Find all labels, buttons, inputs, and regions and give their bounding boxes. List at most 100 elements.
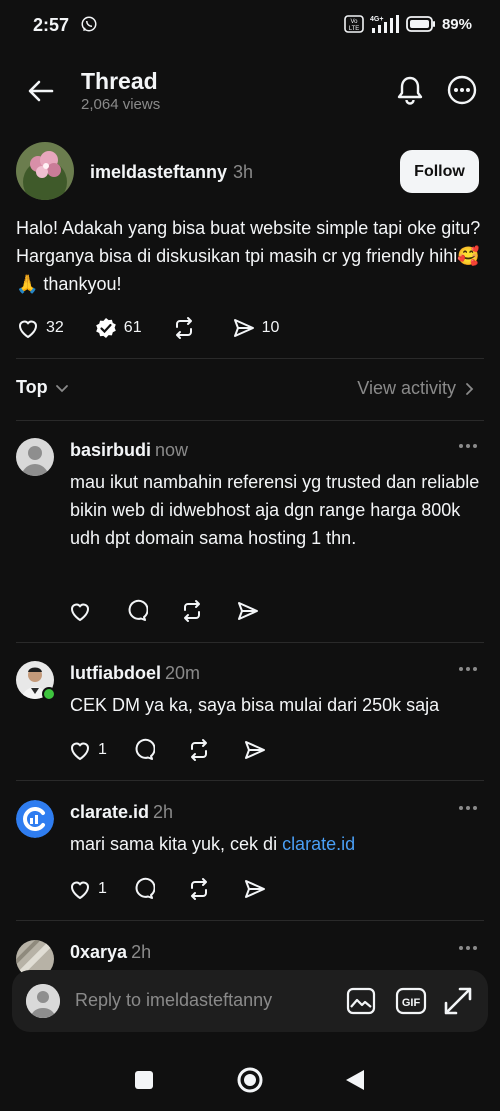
battery-percent: 89% (441, 15, 472, 33)
post-time: 3h (233, 162, 254, 182)
expand-icon[interactable] (442, 985, 474, 1017)
gif-icon[interactable]: GIF (395, 985, 427, 1017)
author-avatar[interactable] (16, 142, 74, 200)
status-indicators: Vo LTE 4G+ 89% (344, 14, 472, 34)
divider (16, 420, 484, 421)
reply-comment[interactable] (124, 599, 148, 623)
more-horizontal-icon[interactable] (458, 665, 478, 673)
heart-icon (70, 603, 90, 622)
follow-button[interactable]: Follow (400, 150, 479, 193)
post-actions: 32 61 10 (16, 314, 309, 342)
comment-icon (135, 738, 155, 760)
reply-avatar[interactable] (16, 438, 54, 476)
more-horizontal-icon[interactable] (458, 442, 478, 450)
repost-count: 61 (123, 319, 142, 336)
reply-like[interactable]: 1 (68, 877, 107, 901)
reply-link[interactable]: clarate.id (282, 834, 355, 854)
reply-repost[interactable] (180, 599, 204, 623)
send-icon (238, 602, 258, 620)
reply-share[interactable] (236, 599, 260, 623)
reply-author[interactable]: basirbudi now (70, 440, 188, 461)
thread-header: Thread 2,064 views (0, 60, 500, 122)
send-icon (244, 741, 265, 759)
share-action[interactable]: 10 (232, 316, 280, 340)
nav-back-icon[interactable] (344, 1068, 366, 1092)
repost-icon (190, 878, 207, 900)
quote-action[interactable] (172, 316, 202, 340)
reply-username[interactable]: basirbudi (70, 440, 151, 460)
reply-text: CEK DM ya ka, saya bisa mulai dari 250k … (70, 695, 440, 715)
more-horizontal-icon[interactable] (458, 804, 478, 812)
page-title: Thread (81, 68, 158, 94)
divider (16, 642, 484, 643)
reply-item: lutfiabdoel 20m CEK DM ya ka, saya bisa m… (0, 661, 500, 771)
reply-repost[interactable] (187, 738, 211, 762)
svg-text:4G+: 4G+ (370, 16, 383, 23)
comment-icon (128, 599, 148, 621)
author-username[interactable]: imeldasteftanny (90, 162, 227, 182)
repost-icon (184, 600, 200, 622)
reply-author[interactable]: 0xarya 2h (70, 942, 151, 963)
svg-text:Vo: Vo (350, 19, 358, 25)
reply-time: 20m (165, 663, 201, 683)
reply-share[interactable] (243, 877, 267, 901)
like-action[interactable]: 32 (16, 316, 64, 340)
share-count: 10 (261, 319, 280, 336)
signal-icon: 4G+ (370, 15, 399, 33)
reply-text: mari sama kita yuk, cek di clarate.id (70, 830, 480, 858)
reply-author[interactable]: lutfiabdoel 20m (70, 663, 200, 684)
reply-username[interactable]: 0xarya (70, 942, 127, 962)
chevron-down-icon (55, 384, 68, 392)
heart-icon (70, 881, 90, 900)
author-name[interactable]: imeldasteftanny 3h (90, 162, 253, 183)
reply-item: clarate.id 2h mari sama kita yuk, cek di … (0, 800, 500, 910)
back-arrow-icon[interactable] (26, 76, 56, 106)
reply-username[interactable]: clarate.id (70, 802, 149, 822)
repost-icon (190, 739, 207, 761)
reply-like[interactable]: 1 (68, 738, 107, 762)
post-text: Halo! Adakah yang bisa buat website simp… (16, 218, 481, 294)
send-icon (233, 319, 254, 337)
reply-like[interactable] (68, 599, 92, 623)
reply-actions: 1 (68, 876, 299, 902)
repost-action[interactable]: 61 (94, 316, 142, 340)
reply-share[interactable] (243, 738, 267, 762)
divider (16, 358, 484, 359)
more-horizontal-icon[interactable] (458, 944, 478, 952)
system-nav-bar (0, 1050, 500, 1111)
reply-username[interactable]: lutfiabdoel (70, 663, 161, 683)
status-time: 2:57 (33, 15, 70, 35)
volte-icon: VoLTE (344, 15, 364, 33)
reply-comment[interactable] (131, 738, 155, 762)
reply-time: 2h (153, 802, 174, 822)
reply-author[interactable]: clarate.id 2h (70, 802, 173, 823)
divider (16, 780, 484, 781)
views-count: 2,064 views (81, 96, 161, 113)
reply-avatar[interactable] (16, 800, 54, 838)
chevron-right-icon (466, 382, 474, 395)
home-icon[interactable] (236, 1066, 264, 1094)
reply-time: 2h (131, 942, 152, 962)
bell-icon[interactable] (394, 74, 426, 106)
like-count: 1 (98, 880, 107, 897)
reply-input-placeholder[interactable]: Reply to imeldasteftanny (75, 990, 272, 1011)
reply-text: mau ikut nambahin referensi yg trusted d… (70, 472, 480, 548)
user-avatar (26, 984, 60, 1018)
like-count: 32 (46, 319, 64, 336)
heart-icon (70, 742, 90, 761)
divider (16, 920, 484, 921)
reply-composer[interactable]: Reply to imeldasteftanny GIF (12, 970, 488, 1032)
sort-label: Top (16, 377, 48, 397)
status-bar: 2:57 Vo LTE 4G+ 89% (0, 0, 500, 52)
heart-icon (18, 320, 38, 339)
more-options-icon[interactable] (446, 74, 478, 106)
sort-dropdown[interactable]: Top (16, 377, 70, 398)
reply-repost[interactable] (187, 877, 211, 901)
reply-comment[interactable] (131, 877, 155, 901)
recents-icon[interactable] (134, 1070, 154, 1090)
send-icon (244, 880, 265, 898)
image-icon[interactable] (345, 985, 377, 1017)
view-activity-link[interactable]: View activity (357, 378, 476, 399)
reply-text-content: mari sama kita yuk, cek di (70, 834, 283, 854)
whatsapp-icon (81, 16, 97, 32)
